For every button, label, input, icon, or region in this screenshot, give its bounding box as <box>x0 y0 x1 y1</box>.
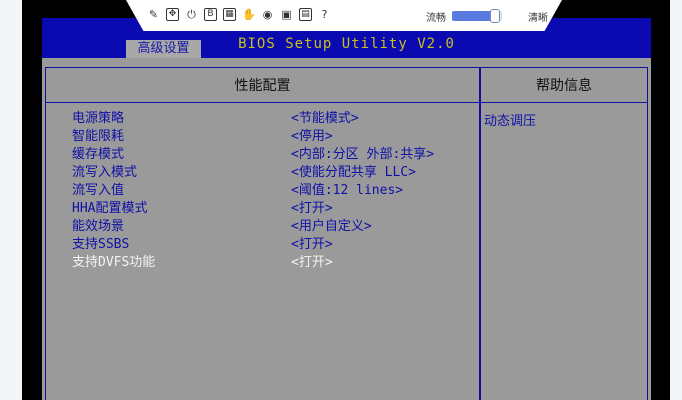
main-column-title: 性能配置 <box>234 78 291 94</box>
menu-item-value[interactable]: <阈值:12 lines> <box>291 182 403 200</box>
menu-item-label: 缓存模式 <box>72 147 125 162</box>
smooth-label: 流畅 <box>426 13 446 24</box>
menu-item-stream-write-mode[interactable]: 流写入模式 <使能分配共享 LLC> <box>72 164 472 182</box>
menu-item-power-policy[interactable]: 电源策略 <节能模式> <box>72 110 472 128</box>
image-icon[interactable]: ▤ <box>299 8 312 21</box>
help-divider <box>480 102 648 103</box>
toolbar-icons: ✎ ✥ ⏻ B ▦ ✋ ◉ ▣ ▤ ? <box>147 8 331 21</box>
menu-item-ssbs-support[interactable]: 支持SSBS <打开> <box>72 236 472 254</box>
disc-icon[interactable]: ◉ <box>261 8 274 21</box>
quality-slider-thumb[interactable] <box>489 9 500 23</box>
hand-icon[interactable]: ✋ <box>242 8 256 21</box>
menu-item-value[interactable]: <打开> <box>291 236 333 254</box>
tab-advanced[interactable]: 高级设置 <box>126 40 201 58</box>
menu-item-value[interactable]: <停用> <box>291 128 333 146</box>
right-margin <box>670 0 682 400</box>
menu-item-label: 流写入值 <box>72 183 125 198</box>
left-margin <box>0 0 22 400</box>
quality-slider[interactable] <box>452 9 502 23</box>
menu-item-label: HHA配置模式 <box>72 201 148 216</box>
menu-item-cache-mode[interactable]: 缓存模式 <内部:分区 外部:共享> <box>72 146 472 164</box>
menu-item-label: 支持SSBS <box>72 237 130 252</box>
menu-item-label: 电源策略 <box>72 111 125 126</box>
help-column-title: 帮助信息 <box>536 78 592 94</box>
menu-item-label: 智能限耗 <box>72 129 125 144</box>
menu-item-dvfs-support[interactable]: 支持DVFS功能 <打开> <box>72 254 472 272</box>
menu-item-stream-write-value[interactable]: 流写入值 <阈值:12 lines> <box>72 182 472 200</box>
grid-icon[interactable]: ▦ <box>223 8 236 21</box>
quality-slider-fill <box>452 11 495 21</box>
power-icon[interactable]: ⏻ <box>185 8 198 21</box>
menu-item-value[interactable]: <打开> <box>291 254 333 272</box>
menu-item-label: 能效场景 <box>72 219 125 234</box>
menu-item-value[interactable]: <打开> <box>291 200 333 218</box>
main-divider <box>45 102 480 103</box>
move-icon[interactable]: ✥ <box>166 8 179 21</box>
menu-item-value[interactable]: <内部:分区 外部:共享> <box>291 146 434 164</box>
video-icon[interactable]: ▣ <box>280 8 293 21</box>
menu-item-value[interactable]: <使能分配共享 LLC> <box>291 164 416 182</box>
help-text: 动态调压 <box>484 114 537 129</box>
remote-toolbar: ✎ ✥ ⏻ B ▦ ✋ ◉ ▣ ▤ ? 流畅 清晰 <box>126 0 562 31</box>
menu-item-hha-config-mode[interactable]: HHA配置模式 <打开> <box>72 200 472 218</box>
menu-item-value[interactable]: <节能模式> <box>291 110 359 128</box>
menu-item-energy-scenario[interactable]: 能效场景 <用户自定义> <box>72 218 472 236</box>
help-icon[interactable]: ? <box>318 8 331 21</box>
menu-item-label: 流写入模式 <box>72 165 138 180</box>
menu-item-value[interactable]: <用户自定义> <box>291 218 372 236</box>
pin-icon[interactable]: ✎ <box>147 8 160 21</box>
clear-label: 清晰 <box>528 13 548 24</box>
b-icon[interactable]: B <box>204 8 217 21</box>
menu-item-smart-power-limit[interactable]: 智能限耗 <停用> <box>72 128 472 146</box>
menu-item-label: 支持DVFS功能 <box>72 255 156 270</box>
